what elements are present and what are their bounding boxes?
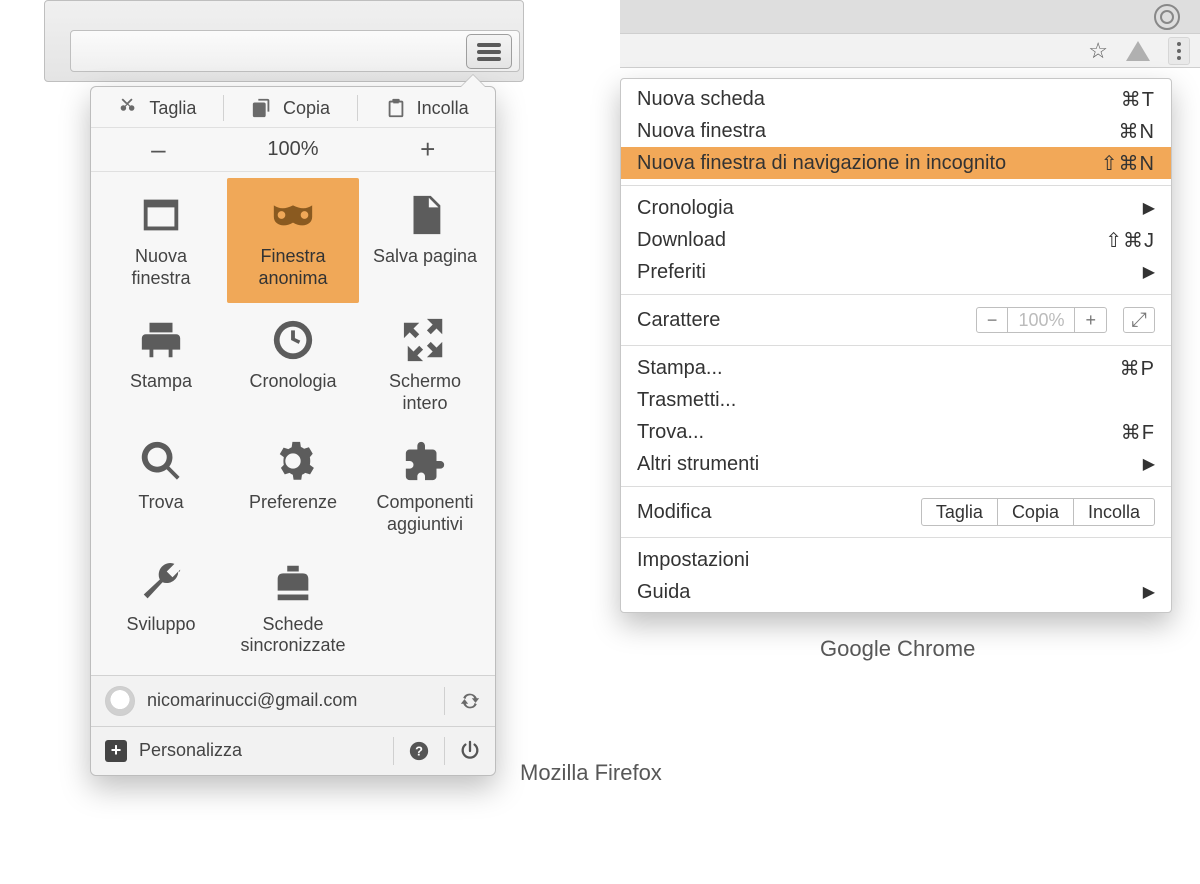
edit-buttons: Taglia Copia Incolla <box>921 498 1155 526</box>
synced-tabs-label: Schedesincronizzate <box>240 614 345 657</box>
account-email: nicomarinucci@gmail.com <box>147 690 430 711</box>
addons-label: Componentiaggiuntivi <box>376 492 473 535</box>
chevron-right-icon: ▶ <box>1143 262 1155 282</box>
more-tools-item[interactable]: Altri strumenti ▶ <box>621 448 1171 480</box>
bookmarks-item[interactable]: Preferiti ▶ <box>621 256 1171 288</box>
save-page-button[interactable]: Salva pagina <box>359 178 491 303</box>
firefox-caption: Mozilla Firefox <box>520 760 662 786</box>
star-icon[interactable]: ☆ <box>1088 38 1108 64</box>
zoom-value[interactable]: 100% <box>226 138 361 161</box>
new-tab-item[interactable]: Nuova scheda ⌘T <box>621 83 1171 115</box>
history-item[interactable]: Cronologia ▶ <box>621 192 1171 224</box>
help-icon[interactable]: ? <box>408 740 430 762</box>
zoom-value: 100% <box>1008 308 1075 332</box>
developer-button[interactable]: Sviluppo <box>95 546 227 667</box>
fullscreen-button[interactable]: Schermointero <box>359 303 491 424</box>
edit-row: Modifica Taglia Copia Incolla <box>621 493 1171 531</box>
chrome-caption: Google Chrome <box>820 636 975 662</box>
scissors-icon <box>117 97 139 119</box>
new-window-button[interactable]: Nuovafinestra <box>95 178 227 303</box>
printer-icon <box>138 317 184 363</box>
synced-tabs-icon <box>270 560 316 606</box>
chevron-right-icon: ▶ <box>1143 454 1155 474</box>
copy-label: Copia <box>283 98 330 119</box>
chrome-menu-button[interactable] <box>1168 37 1190 65</box>
print-item[interactable]: Stampa... ⌘P <box>621 352 1171 384</box>
preferences-label: Preferenze <box>249 492 337 514</box>
copy-button[interactable]: Copia <box>241 93 340 123</box>
gear-icon <box>270 438 316 484</box>
firefox-menu-panel: Taglia Copia Incolla – 100% + Nuovafines… <box>90 86 496 776</box>
chrome-toolbar: ☆ <box>620 0 1200 68</box>
fullscreen-label: Schermointero <box>389 371 461 414</box>
private-window-button[interactable]: Finestraanonima <box>227 178 359 303</box>
paste-button[interactable]: Incolla <box>375 93 479 123</box>
hamburger-icon <box>477 43 501 61</box>
paste-label: Incolla <box>417 98 469 119</box>
find-item[interactable]: Trova... ⌘F <box>621 416 1171 448</box>
chrome-menu-panel: Nuova scheda ⌘T Nuova finestra ⌘N Nuova … <box>620 78 1172 613</box>
new-window-item[interactable]: Nuova finestra ⌘N <box>621 115 1171 147</box>
sync-icon[interactable] <box>459 690 481 712</box>
cut-button[interactable]: Taglia <box>922 499 998 525</box>
print-button[interactable]: Stampa <box>95 303 227 424</box>
zoom-out-button[interactable]: − <box>977 308 1009 332</box>
downloads-item[interactable]: Download ⇧⌘J <box>621 224 1171 256</box>
addons-button[interactable]: Componentiaggiuntivi <box>359 424 491 545</box>
preferences-button[interactable]: Preferenze <box>227 424 359 545</box>
paste-button[interactable]: Incolla <box>1074 499 1154 525</box>
fullscreen-icon <box>402 317 448 363</box>
help-item[interactable]: Guida ▶ <box>621 576 1171 608</box>
mask-icon <box>270 192 316 238</box>
cut-button[interactable]: Taglia <box>107 93 206 123</box>
cast-item[interactable]: Trasmetti... <box>621 384 1171 416</box>
search-icon <box>138 438 184 484</box>
footer-row: + Personalizza ? <box>91 726 495 775</box>
save-page-label: Salva pagina <box>373 246 477 268</box>
customize-button[interactable]: Personalizza <box>139 740 379 761</box>
find-button[interactable]: Trova <box>95 424 227 545</box>
window-icon <box>138 192 184 238</box>
action-grid: Nuovafinestra Finestraanonima Salva pagi… <box>91 172 495 675</box>
clipboard-icon <box>385 97 407 119</box>
account-row[interactable]: nicomarinucci@gmail.com <box>91 675 495 726</box>
find-label: Trova <box>138 492 183 514</box>
copy-button[interactable]: Copia <box>998 499 1074 525</box>
puzzle-icon <box>402 438 448 484</box>
zoom-in-button[interactable]: + <box>1075 308 1106 332</box>
wrench-icon <box>138 560 184 606</box>
chevron-right-icon: ▶ <box>1143 582 1155 602</box>
font-row: Carattere − 100% + ⤢ <box>621 301 1171 339</box>
developer-label: Sviluppo <box>126 614 195 636</box>
customize-plus-icon: + <box>105 740 127 762</box>
svg-text:?: ? <box>415 743 423 758</box>
copy-icon <box>251 97 273 119</box>
profile-icon[interactable] <box>1154 4 1180 30</box>
zoom-out-button[interactable]: – <box>91 134 226 165</box>
avatar-icon <box>105 686 135 716</box>
chevron-right-icon: ▶ <box>1143 198 1155 218</box>
zoom-group: − 100% + <box>976 307 1107 333</box>
power-icon[interactable] <box>459 740 481 762</box>
zoom-in-button[interactable]: + <box>360 134 495 165</box>
private-window-label: Finestraanonima <box>258 246 327 289</box>
zoom-row: – 100% + <box>91 128 495 172</box>
edit-row: Taglia Copia Incolla <box>91 87 495 128</box>
firefox-toolbar <box>70 30 520 72</box>
cut-label: Taglia <box>149 98 196 119</box>
clock-icon <box>270 317 316 363</box>
firefox-menu-button[interactable] <box>466 34 512 69</box>
history-label: Cronologia <box>249 371 336 393</box>
incognito-item[interactable]: Nuova finestra di navigazione in incogni… <box>621 147 1171 179</box>
print-label: Stampa <box>130 371 192 393</box>
fullscreen-button[interactable]: ⤢ <box>1123 307 1155 333</box>
drive-icon[interactable] <box>1126 41 1150 61</box>
synced-tabs-button[interactable]: Schedesincronizzate <box>227 546 359 667</box>
settings-item[interactable]: Impostazioni <box>621 544 1171 576</box>
page-icon <box>402 192 448 238</box>
new-window-label: Nuovafinestra <box>131 246 190 289</box>
history-button[interactable]: Cronologia <box>227 303 359 424</box>
